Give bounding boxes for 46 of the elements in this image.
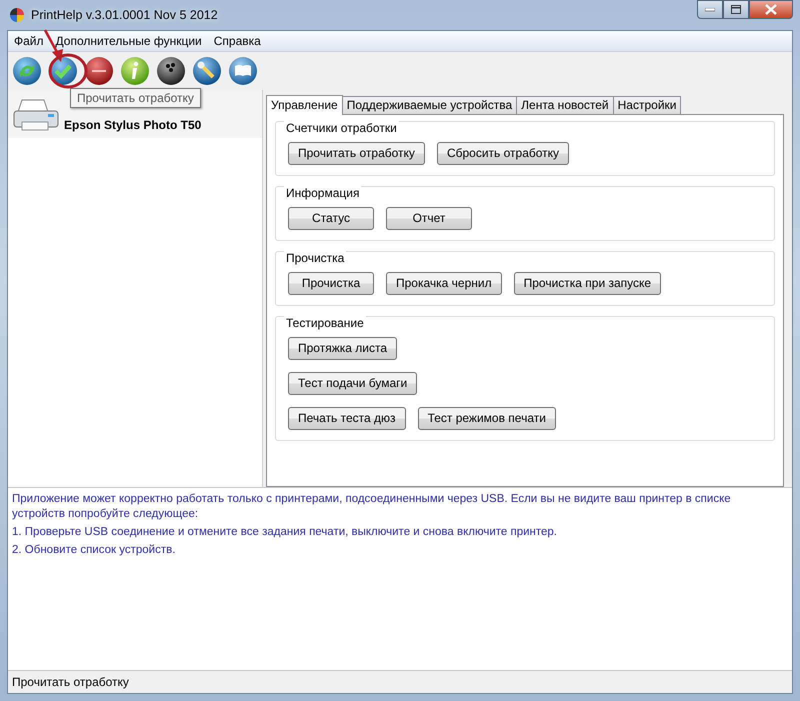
maximize-button[interactable] (723, 0, 749, 19)
action-button[interactable]: Сбросить отработку (436, 142, 570, 165)
group-title: Прочистка (284, 250, 346, 265)
info-text: Приложение может корректно работать только с принтерами, подсоединенными через USB. Если вы не видите ваш принтер в списке устройств попробуйте следующее: (12, 492, 732, 522)
action-button[interactable]: Прочистка (288, 272, 374, 295)
group-title: Информация (284, 186, 362, 200)
tab[interactable]: Поддерживаемые устройства (342, 96, 518, 114)
action-button[interactable]: Прокачка чернил (386, 272, 502, 295)
tab[interactable]: Лента новостей (516, 96, 614, 114)
toolbar-button[interactable] (192, 56, 222, 86)
app-logo-icon (9, 7, 25, 23)
action-button[interactable]: Статус (288, 206, 374, 230)
status-text: Прочитать отработку (12, 675, 129, 690)
menu-item[interactable]: Справка (208, 34, 267, 48)
printer-icon (12, 98, 60, 132)
window-title: PrintHelp v.3.01.0001 Nov 5 2012 (31, 8, 218, 22)
book-icon (228, 56, 258, 86)
action-button[interactable]: Печать теста дюз (288, 406, 406, 430)
wrench-icon (192, 56, 222, 86)
action-button[interactable]: Тест режимов печати (418, 406, 556, 430)
minimize-icon (705, 8, 715, 12)
menu-item[interactable]: Файл (8, 34, 50, 48)
action-button[interactable]: Прочитать отработку (288, 142, 425, 165)
action-button[interactable]: Отчет (386, 206, 472, 230)
recycle-icon (12, 56, 42, 86)
highlight-circle (48, 54, 88, 88)
group-title: Тестирование (284, 316, 366, 330)
tab[interactable]: Настройки (612, 96, 682, 114)
close-button[interactable] (749, 0, 793, 19)
action-button[interactable]: Прочистка при запуске (514, 272, 662, 295)
ball-icon (156, 56, 186, 86)
close-icon (765, 4, 777, 15)
group-title: Счетчики отработки (284, 120, 399, 135)
info-text: 2. Обновите список устройств. (12, 542, 176, 558)
toolbar-button[interactable] (84, 56, 114, 86)
action-button[interactable]: Тест подачи бумаги (288, 372, 418, 395)
maximize-icon (731, 5, 741, 14)
action-button[interactable]: Протяжка листа (288, 336, 397, 360)
tooltip: Прочитать отработку (70, 88, 201, 108)
info-icon (120, 56, 150, 86)
menu-item[interactable]: Дополнительные функции (50, 34, 208, 48)
info-text: 1. Проверьте USB соединение и отмените все задания печати, выключите и снова включите принтер. (12, 524, 558, 540)
toolbar-button[interactable] (156, 56, 186, 86)
tab[interactable]: Управление (266, 94, 343, 115)
minimize-button[interactable] (697, 0, 723, 19)
reset-icon (84, 56, 114, 86)
